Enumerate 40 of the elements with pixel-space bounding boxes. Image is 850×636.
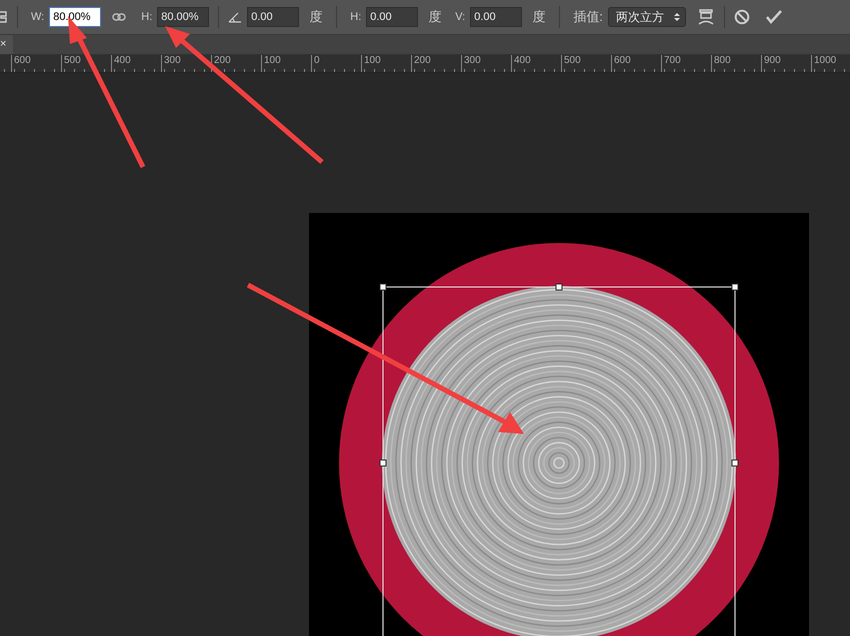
number-field[interactable]: 0.00 [247,7,300,27]
angle-icon [228,11,242,23]
commit-checkmark-icon[interactable] [764,9,783,25]
interpolation-dropdown[interactable]: 两次立方 [608,7,686,27]
ruler-label: 800 [713,55,731,67]
ruler-label: 100 [363,55,381,67]
unit-label: 度 [309,8,322,26]
ruler-label: 300 [463,55,481,67]
cancel-icon[interactable] [734,9,750,25]
ruler-label: 200 [213,55,231,67]
ruler-label: 300 [163,55,181,67]
tab-close-button[interactable]: × [0,39,6,50]
interpolation-label: 插值: [573,8,603,26]
field-label: H: [141,11,152,23]
ruler-label: 1000 [813,55,836,67]
link-icon[interactable] [112,13,126,21]
ruler-label: 600 [613,55,631,67]
number-field[interactable]: 80.00% [49,7,102,27]
field-label: V: [455,11,466,23]
ruler-label: 500 [563,55,581,67]
field-label: W: [31,11,44,23]
ruler-label: 200 [413,55,431,67]
unit-label: 度 [428,8,442,26]
ruler-label: 100 [263,55,281,67]
ruler-label: 700 [663,55,681,67]
document-tab[interactable]: × [0,35,13,54]
number-field[interactable]: 0.00 [470,7,522,27]
ruler-label: 900 [763,55,781,67]
number-field[interactable]: 80.00% [157,7,210,27]
unit-label: 度 [532,8,546,26]
ruler-label: 500 [63,55,81,67]
stepper-arrows-icon [674,12,680,22]
tool-icon[interactable] [0,9,8,25]
ruler-label: 0 [313,55,320,67]
ruler-label: 400 [113,55,131,67]
number-field[interactable]: 0.00 [366,7,418,27]
ruler-label: 600 [13,55,31,67]
field-label: H: [350,11,362,23]
ruler-label: 400 [513,55,531,67]
warp-icon[interactable] [696,8,715,26]
